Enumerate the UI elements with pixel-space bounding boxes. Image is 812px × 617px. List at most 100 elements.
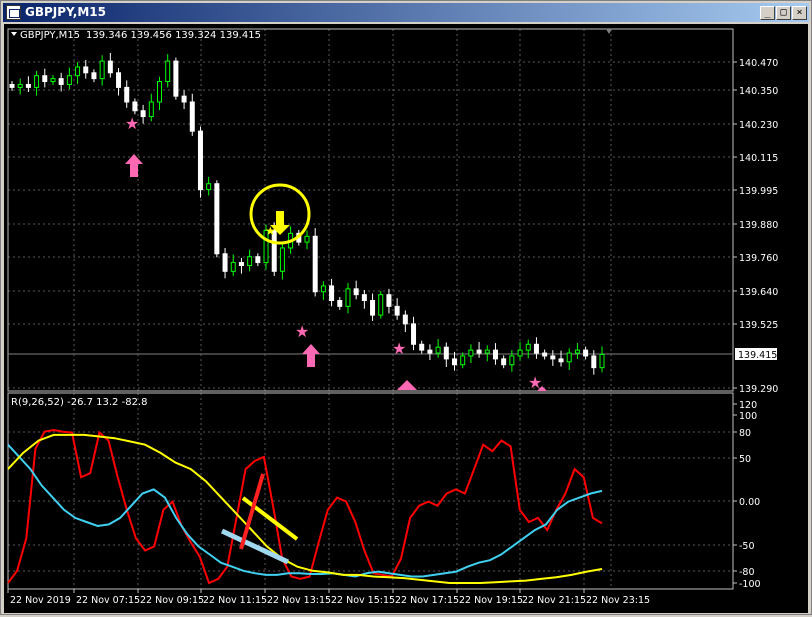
candle-body	[419, 343, 425, 351]
candle-body	[189, 101, 195, 132]
chart-menu-triangle-icon[interactable]	[11, 32, 17, 36]
candle-body	[197, 130, 203, 191]
window-titlebar[interactable]: GBPJPY,M15 _ □ ×	[3, 3, 809, 22]
candle-body	[157, 81, 162, 103]
price-tick-label: 139.640	[739, 287, 778, 298]
candle-body	[484, 349, 490, 354]
candle-body	[214, 183, 220, 255]
candle-body	[353, 288, 359, 296]
candle-body	[476, 349, 482, 354]
indicator-label: R(9,26,52) -26.7 13.2 -82.8	[11, 397, 147, 408]
candle-body	[525, 343, 531, 351]
close-button[interactable]: ×	[792, 6, 807, 20]
price-tick-label: 139.880	[739, 220, 778, 231]
time-tick-label: 22 Nov 09:15	[140, 595, 204, 606]
candle-body	[279, 247, 285, 272]
candle-body	[452, 358, 457, 366]
candle-body	[148, 101, 154, 118]
indicator-tick-label: 100	[739, 411, 757, 422]
candle-body	[427, 349, 433, 354]
indicator-axis[interactable]: 120100 80 50 0.00 -50 -80-100	[733, 400, 761, 590]
candle-body	[25, 83, 31, 88]
candle-body	[345, 288, 351, 307]
buy-arrow-icon	[397, 380, 417, 390]
candle-body	[329, 285, 335, 302]
star-marker: ★	[295, 322, 309, 341]
price-axis[interactable]: 140.470 140.350 140.230 140.115 139.995 139.8…	[733, 58, 778, 395]
indicator-tick-label: -80	[739, 567, 755, 578]
time-tick-label: 22 Nov 21:15	[522, 595, 586, 606]
price-tick-label: 140.230	[739, 120, 778, 131]
indicator-pane-frame	[7, 392, 734, 590]
price-tick-label: 139.760	[739, 253, 778, 264]
indicator-tick-label: 0.00	[739, 497, 760, 508]
candle-body	[411, 323, 417, 345]
candle-body	[312, 235, 318, 293]
candle-body	[181, 95, 187, 103]
candle-body	[558, 358, 564, 363]
window-title: GBPJPY,M15	[25, 5, 106, 19]
candle-body	[140, 110, 146, 118]
candle-body	[591, 355, 597, 369]
candle-body	[574, 349, 580, 354]
time-tick-label: 22 Nov 23:15	[586, 595, 650, 606]
candle-body	[304, 235, 310, 243]
indicator-grid	[8, 393, 733, 589]
candle-body	[378, 294, 384, 316]
current-price-label: 139.415	[738, 350, 777, 361]
candle-body	[255, 256, 261, 264]
star-marker: ★	[265, 224, 276, 238]
candle-body	[320, 285, 326, 293]
candle-body	[492, 349, 498, 360]
chart-symbol-label: GBPJPY,M15	[20, 30, 80, 41]
candle-body	[173, 60, 179, 97]
candle-body	[17, 83, 23, 88]
indicator-tick-label: 80	[739, 428, 751, 439]
candle-body	[75, 66, 81, 77]
star-marker: ★	[125, 114, 139, 133]
candle-body	[599, 354, 605, 369]
price-tick-label: 139.995	[739, 186, 778, 197]
candle-body	[402, 314, 408, 325]
chart-window-icon	[6, 5, 21, 20]
chart-area[interactable]: ★ ★ ★ ★ ★ GBPJPY,M15 139.346 139.456 139…	[4, 24, 808, 613]
indicator-series	[7, 428, 603, 585]
candle-body	[566, 352, 572, 363]
candle-body	[34, 75, 40, 88]
chart-window: GBPJPY,M15 _ □ × ★ ★ ★ ★ ★ GBPJPY,M15 13…	[0, 0, 812, 615]
minimize-button[interactable]: _	[760, 6, 775, 20]
candle-body	[361, 294, 367, 301]
time-tick-label: 22 Nov 19:15	[459, 595, 523, 606]
time-tick-label: 22 Nov 07:15	[76, 595, 140, 606]
candle-body	[370, 300, 376, 316]
candle-body	[66, 75, 72, 85]
candle-body	[83, 66, 89, 74]
candle-body	[533, 343, 539, 354]
star-marker: ★	[392, 339, 406, 358]
buy-arrow-icon	[125, 154, 143, 177]
time-tick-label: 22 Nov 11:15	[203, 595, 267, 606]
chart-canvas[interactable]: ★ ★ ★ ★ ★ GBPJPY,M15 139.346 139.456 139…	[4, 24, 808, 613]
indicator-tick-label: 120	[739, 400, 757, 411]
candle-body	[394, 305, 400, 316]
candle-body	[542, 352, 548, 357]
time-tick-label: 22 Nov 2019	[10, 595, 71, 606]
candle-body	[124, 86, 130, 103]
time-axis[interactable]: 22 Nov 2019 22 Nov 07:15 22 Nov 09:1522 No…	[7, 589, 650, 606]
time-tick-label: 22 Nov 17:15	[395, 595, 459, 606]
price-tick-label: 140.115	[739, 153, 778, 164]
maximize-button[interactable]: □	[776, 6, 791, 20]
indicator-tick-label: -50	[739, 541, 755, 552]
chart-shift-marker-icon[interactable]	[606, 29, 612, 34]
indicator-tick-label: 50	[739, 454, 751, 465]
candle-body	[468, 349, 474, 357]
candle-body	[50, 78, 56, 83]
signal-markers: ★ ★ ★ ★ ★	[125, 114, 547, 392]
candle-body	[165, 60, 171, 83]
candle-body	[517, 349, 523, 357]
candle-body	[550, 355, 556, 360]
candle-body	[91, 72, 97, 80]
candle-body	[460, 355, 466, 366]
candle-body	[107, 60, 113, 74]
red-line-series	[7, 428, 603, 585]
